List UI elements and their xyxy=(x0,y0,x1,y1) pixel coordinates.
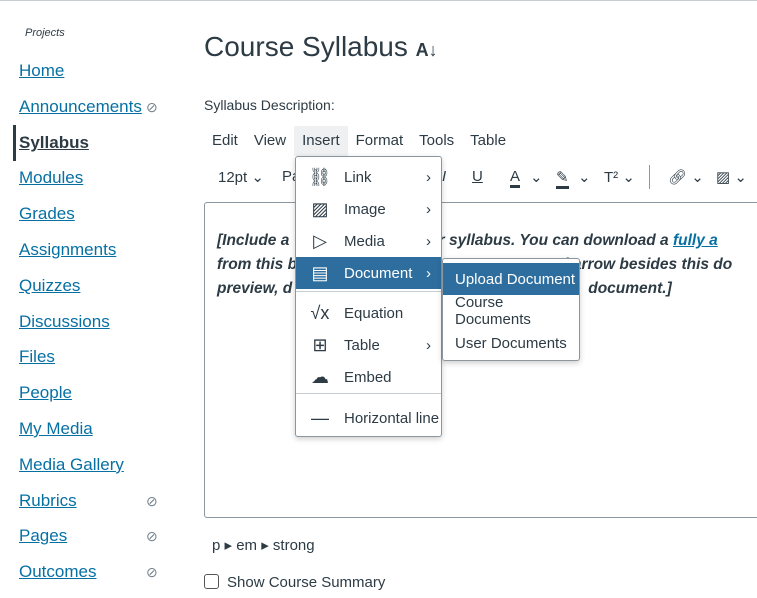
sidebar-item-media-gallery[interactable]: Media Gallery xyxy=(19,455,169,491)
user-documents-item[interactable]: User Documents xyxy=(443,327,579,359)
insert-embed-item[interactable]: ☁ Embed xyxy=(296,361,441,393)
horizontal-line-icon: — xyxy=(311,407,329,428)
insert-table-item[interactable]: ⊞ Table › xyxy=(296,329,441,361)
sidebar-item-syllabus[interactable]: Syllabus xyxy=(19,133,169,169)
sidebar-item-assignments[interactable]: Assignments xyxy=(19,240,169,276)
menu-item-label: Embed xyxy=(344,368,392,386)
italic-icon[interactable]: I xyxy=(442,168,446,185)
menu-item-label: Table xyxy=(344,336,380,354)
sidebar-item-quizzes[interactable]: Quizzes xyxy=(19,276,169,312)
menu-divider xyxy=(296,291,441,292)
active-indicator xyxy=(13,125,16,161)
editor-menubar: Edit View Insert Format Tools Table xyxy=(204,126,514,156)
insert-equation-item[interactable]: √x Equation xyxy=(296,297,441,329)
hidden-eye-icon: ⊘ xyxy=(146,98,158,115)
direct-share-icon[interactable]: A↓ xyxy=(416,40,438,60)
highlight-color-icon[interactable]: ✎ xyxy=(556,168,569,189)
toolbar-divider xyxy=(649,165,650,189)
top-divider xyxy=(0,0,757,1)
menu-edit[interactable]: Edit xyxy=(204,126,246,156)
image-icon[interactable]: ▨ ⌄ xyxy=(716,168,747,186)
menu-item-label: Image xyxy=(344,200,386,218)
sidebar-item-grades[interactable]: Grades xyxy=(19,204,169,240)
superscript-icon[interactable]: T² ⌄ xyxy=(604,168,635,186)
menu-divider xyxy=(296,393,441,394)
upload-document-item[interactable]: Upload Document xyxy=(443,263,579,295)
menu-tools[interactable]: Tools xyxy=(411,126,462,156)
table-icon: ⊞ xyxy=(312,334,328,355)
equation-icon: √x xyxy=(310,302,330,323)
insert-menu: ⛓ Link › ▨ Image › ▷ Media › ▤ Document › √x Equation… xyxy=(295,156,442,437)
menu-insert[interactable]: Insert xyxy=(294,126,348,156)
insert-image-item[interactable]: ▨ Image › xyxy=(296,193,441,225)
sidebar-item-people[interactable]: People xyxy=(19,383,169,419)
insert-document-item[interactable]: ▤ Document › xyxy=(296,257,441,289)
syllabus-description-label: Syllabus Description: xyxy=(204,97,335,113)
insert-link-item[interactable]: ⛓ Link › xyxy=(296,161,441,193)
element-path: p ▸ em ▸ strong xyxy=(212,537,315,554)
menu-item-label: Media xyxy=(344,232,385,250)
link-icon: ⛓ xyxy=(308,166,332,187)
document-submenu: Upload Document Course Documents User Do… xyxy=(442,258,580,361)
menu-table[interactable]: Table xyxy=(462,126,514,156)
template-link[interactable]: fully a xyxy=(673,232,718,249)
chevron-right-icon: › xyxy=(426,200,431,218)
menu-item-label: Equation xyxy=(344,304,404,322)
course-documents-item[interactable]: Course Documents xyxy=(443,294,579,328)
hidden-eye-icon: ⊘ xyxy=(146,528,158,545)
chevron-right-icon: › xyxy=(426,168,431,186)
sidebar-item-my-media[interactable]: My Media xyxy=(19,419,169,455)
chevron-right-icon: › xyxy=(426,336,431,354)
hidden-eye-icon: ⊘ xyxy=(146,492,158,509)
show-summary-label: Show Course Summary xyxy=(227,574,386,591)
text-color-icon[interactable]: A xyxy=(510,168,521,188)
chevron-right-icon: › xyxy=(426,264,431,282)
link-icon[interactable]: 🔗︎ ⌄ xyxy=(668,168,704,186)
chevron-right-icon: › xyxy=(426,232,431,250)
image-icon: ▨ xyxy=(311,198,329,219)
embed-icon: ☁ xyxy=(311,366,329,387)
editor-toolbar: 12pt ⌄ Pa I U A ⌄ ✎ ⌄ T² ⌄ 🔗︎ ⌄ ▨ ⌄ xyxy=(204,165,757,191)
media-icon: ▷ xyxy=(313,230,327,251)
underline-icon[interactable]: U xyxy=(472,168,483,185)
sidebar-item-files[interactable]: Files xyxy=(19,347,169,383)
menu-format[interactable]: Format xyxy=(348,126,412,156)
menu-item-label: Link xyxy=(344,168,372,186)
page-title: Course Syllabus A↓ xyxy=(204,31,438,62)
sidebar-item-home[interactable]: Home xyxy=(19,61,169,97)
insert-horizontal-line-item[interactable]: — Horizontal line xyxy=(296,402,441,434)
document-icon: ▤ xyxy=(311,262,329,283)
sidebar-item-modules[interactable]: Modules xyxy=(19,168,169,204)
font-size-select[interactable]: 12pt ⌄ xyxy=(218,168,264,186)
breadcrumb[interactable]: Projects xyxy=(25,27,65,39)
hidden-eye-icon: ⊘ xyxy=(146,564,158,581)
show-summary-checkbox[interactable] xyxy=(204,574,219,589)
menu-view[interactable]: View xyxy=(246,126,294,156)
menu-item-label: Document xyxy=(344,264,413,282)
menu-item-label: Horizontal line xyxy=(344,409,440,427)
show-summary-option[interactable]: Show Course Summary xyxy=(204,574,385,591)
insert-media-item[interactable]: ▷ Media › xyxy=(296,225,441,257)
sidebar-item-discussions[interactable]: Discussions xyxy=(19,312,169,348)
